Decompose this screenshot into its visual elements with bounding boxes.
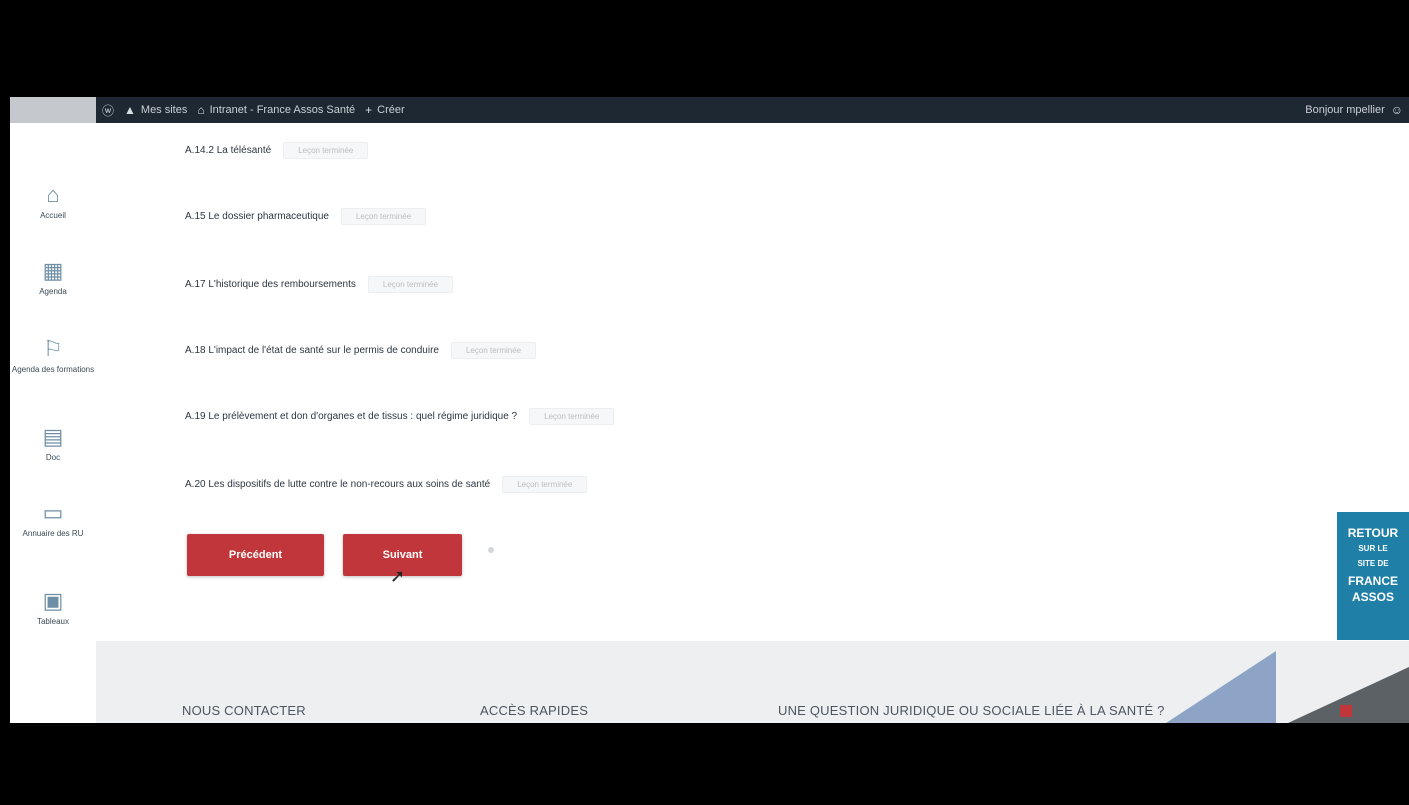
site-footer: NOUS CONTACTER ACCÈS RAPIDES UNE QUESTIO… (96, 641, 1409, 723)
sidebar-item-accueil[interactable]: ⌂ Accueil (10, 183, 96, 221)
admin-bar-greeting[interactable]: Bonjour mpellier (1305, 104, 1384, 116)
admin-bar-site[interactable]: ⌂ Intranet - France Assos Santé (197, 103, 355, 117)
print-icon: ▣ (42, 588, 64, 613)
status-badge: Leçon terminée (283, 141, 369, 159)
document-icon: ▤ (42, 424, 64, 449)
lesson-item[interactable]: A.18 L'impact de l'état de santé sur le … (185, 339, 537, 361)
mouse-cursor-icon: ➚ (390, 566, 406, 586)
home-icon: ⌂ (197, 103, 205, 117)
footer-decor-triangle (1166, 651, 1276, 723)
footer-contact-heading: NOUS CONTACTER (182, 703, 306, 718)
pagination-dot[interactable] (488, 547, 494, 553)
flag-icon: ⚐ (43, 336, 63, 361)
browser-viewport: ⓦ ▲ Mes sites ⌂ Intranet - France Assos … (10, 97, 1409, 723)
previous-button[interactable]: Précédent (187, 534, 324, 576)
logo-icon (1340, 705, 1352, 717)
sidebar-item-agenda[interactable]: ▦ Agenda (10, 259, 96, 297)
home-icon: ⌂ (46, 182, 60, 207)
lesson-item[interactable]: A.14.2 La télésanté Leçon terminée (185, 139, 369, 161)
sidebar-item-tableaux[interactable]: ▣ Tableaux (10, 589, 96, 627)
lesson-item[interactable]: A.19 Le prélèvement et don d'organes et … (185, 405, 615, 427)
footer-question-heading: UNE QUESTION JURIDIQUE OU SOCIALE LIÉE À… (778, 703, 1165, 718)
status-badge: Leçon terminée (529, 407, 615, 425)
footer-quick-access-heading: ACCÈS RAPIDES (480, 703, 589, 718)
calendar-icon: ▦ (42, 258, 64, 283)
left-sidebar: ⌂ Accueil ▦ Agenda ⚐ Agenda des formatio… (10, 123, 96, 643)
status-badge: Leçon terminée (502, 475, 588, 493)
lesson-item[interactable]: A.17 L'historique des remboursements Leç… (185, 273, 454, 295)
status-badge: Leçon terminée (340, 207, 427, 225)
admin-bar: ⓦ ▲ Mes sites ⌂ Intranet - France Assos … (10, 97, 1409, 123)
plus-icon: + (365, 103, 373, 117)
sidebar-item-agenda-formations[interactable]: ⚐ Agenda des formations (10, 337, 96, 375)
status-badge: Leçon terminée (367, 275, 454, 293)
sidebar-item-doc[interactable]: ▤ Doc (10, 425, 96, 463)
lesson-item[interactable]: A.20 Les dispositifs de lutte contre le … (185, 473, 588, 495)
user-icon[interactable]: ☺ (1391, 103, 1403, 117)
admin-bar-left-block (10, 97, 96, 123)
admin-bar-new[interactable]: + Créer (365, 103, 405, 117)
lesson-item[interactable]: A.15 Le dossier pharmaceutique Leçon ter… (185, 205, 427, 227)
status-badge: Leçon terminée (450, 341, 537, 359)
back-to-site-banner[interactable]: RETOUR SUR LE SITE DE FRANCE ASSOS (1337, 512, 1409, 640)
sidebar-item-annuaire[interactable]: ▭ Annuaire des RU (10, 501, 96, 539)
wordpress-icon[interactable]: ⓦ (102, 102, 114, 119)
admin-bar-my-sites[interactable]: ▲ Mes sites (124, 103, 187, 117)
folder-icon: ▭ (42, 500, 64, 525)
sites-icon: ▲ (124, 103, 136, 117)
